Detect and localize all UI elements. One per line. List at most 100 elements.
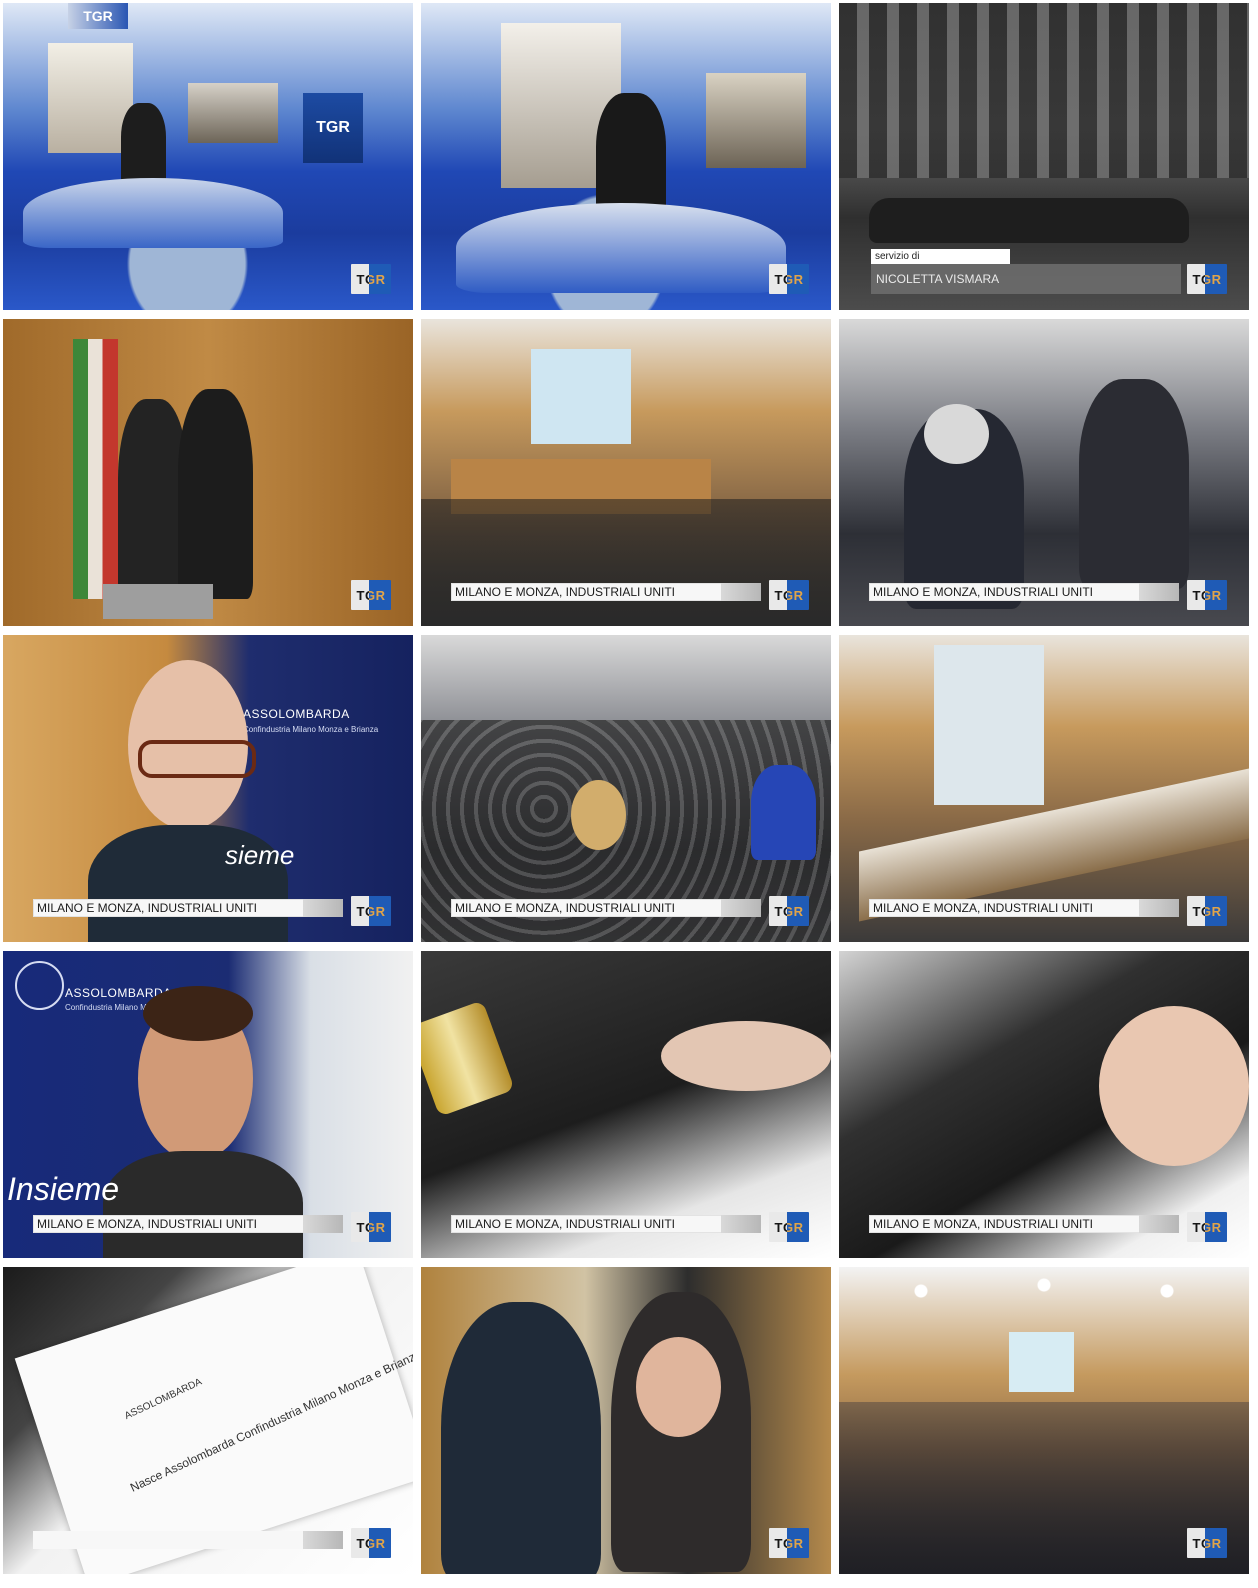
frame-6-audience: MILANO E MONZA, INDUSTRIALI UNITI TGR (839, 319, 1249, 626)
lower-third-extension (303, 1531, 343, 1549)
lower-third-headline: MILANO E MONZA, INDUSTRIALI UNITI (869, 583, 1143, 601)
tgr-logo-text: TGR (1192, 1535, 1222, 1551)
man-right (1079, 379, 1189, 589)
frame-14-panelists: TGR (421, 1267, 831, 1574)
italian-flag (73, 339, 118, 599)
frame-11-fabric-closeup: MILANO E MONZA, INDUSTRIALI UNITI TGR (421, 951, 831, 1258)
lower-third-extension (303, 1215, 343, 1233)
lower-third-extension (721, 1215, 761, 1233)
lower-third-headline: MILANO E MONZA, INDUSTRIALI UNITI (451, 899, 725, 917)
tgr-logo-text: TGR (356, 1219, 386, 1235)
tgr-logo: TGR (351, 580, 391, 610)
frame-3-street: servizio di NICOLETTA VISMARA TGR (839, 3, 1249, 310)
banner-insieme-partial: sieme (225, 840, 295, 870)
studio-side-screen (706, 73, 806, 168)
hand (1099, 1006, 1249, 1166)
lower-third-extension (721, 899, 761, 917)
frame-13-press-release: ASSOLOMBARDA Nasce Assolombarda Confindu… (3, 1267, 413, 1574)
contact-sheet-grid: TGR TGR TGR TGR servizio di NICOLETTA VI… (3, 3, 1249, 1574)
tgr-logo-text: TGR (356, 1535, 386, 1551)
tgr-logo-text: TGR (356, 587, 386, 603)
blank-lower-third (33, 1531, 308, 1549)
banner-insieme: Insieme (7, 1171, 120, 1207)
projection-screen (1009, 1332, 1074, 1392)
lower-third-extension (721, 583, 761, 601)
tgr-logo: TGR (1187, 1212, 1227, 1242)
man-panelist (441, 1302, 601, 1574)
lower-third-headline: MILANO E MONZA, INDUSTRIALI UNITI (869, 1215, 1143, 1233)
studio-top-logo-text: TGR (83, 8, 113, 24)
tgr-logo-text: TGR (1192, 587, 1222, 603)
person-right (178, 389, 253, 599)
studio-top-logo: TGR (68, 3, 128, 29)
glasses (138, 740, 256, 778)
tgr-logo-text: TGR (774, 903, 804, 919)
tgr-logo-text: TGR (774, 1535, 804, 1551)
banner-assolombarda-sub: Confindustria Milano Monza e Brianza (243, 725, 379, 734)
tgr-logo: TGR (769, 264, 809, 294)
tgr-logo: TGR (351, 264, 391, 294)
lower-third-extension (303, 899, 343, 917)
studio-screen-logo: TGR (303, 93, 363, 163)
fingers (661, 1021, 831, 1091)
anchor-figure (121, 103, 166, 188)
tgr-logo: TGR (1187, 264, 1227, 294)
tgr-logo: TGR (351, 896, 391, 926)
building-facade (839, 3, 1249, 178)
tgr-logo-text: TGR (1192, 903, 1222, 919)
lower-third-headline: MILANO E MONZA, INDUSTRIALI UNITI (451, 583, 725, 601)
grey-hair (924, 404, 989, 464)
studio-desk (456, 203, 786, 293)
tgr-logo: TGR (769, 580, 809, 610)
woman-face (636, 1337, 721, 1437)
laptop (103, 584, 213, 619)
tgr-logo-text: TGR (356, 271, 386, 287)
tgr-logo-text: TGR (356, 903, 386, 919)
lower-third-extension (1139, 1215, 1179, 1233)
lower-third-headline: MILANO E MONZA, INDUSTRIALI UNITI (33, 899, 307, 917)
tgr-logo: TGR (1187, 1528, 1227, 1558)
projection-screen (531, 349, 631, 444)
frame-8-audience-wide: MILANO E MONZA, INDUSTRIALI UNITI TGR (421, 635, 831, 942)
tgr-logo-text: TGR (774, 587, 804, 603)
frame-4-handshake: TGR (3, 319, 413, 626)
frame-2-studio: TGR (421, 3, 831, 310)
lower-third-headline: MILANO E MONZA, INDUSTRIALI UNITI (33, 1215, 307, 1233)
lower-third-extension (1139, 899, 1179, 917)
tgr-logo: TGR (351, 1528, 391, 1558)
tgr-logo-text: TGR (774, 271, 804, 287)
tgr-logo: TGR (769, 1212, 809, 1242)
lower-third-headline: MILANO E MONZA, INDUSTRIALI UNITI (451, 1215, 725, 1233)
tgr-logo: TGR (769, 1528, 809, 1558)
tgr-logo-text: TGR (774, 1219, 804, 1235)
blonde-woman (571, 780, 626, 850)
frame-10-interview-dark-hair: ASSOLOMBARDA Confindustria Milano Monza … (3, 951, 413, 1258)
tgr-logo: TGR (769, 896, 809, 926)
frame-9-panel-table: MILANO E MONZA, INDUSTRIALI UNITI TGR (839, 635, 1249, 942)
reporter-name: NICOLETTA VISMARA (871, 264, 1181, 294)
tgr-logo: TGR (351, 1212, 391, 1242)
ceiling-lights (839, 1267, 1249, 1327)
man-blue-sweater (751, 765, 816, 860)
lower-third-headline: MILANO E MONZA, INDUSTRIALI UNITI (869, 899, 1143, 917)
spool (421, 1000, 515, 1117)
frame-1-studio: TGR TGR TGR (3, 3, 413, 310)
frame-15-conference-room: TGR (839, 1267, 1249, 1574)
tgr-logo: TGR (1187, 896, 1227, 926)
confindustria-emblem (15, 961, 64, 1010)
tgr-logo-text: TGR (1192, 1219, 1222, 1235)
frame-5-conference-hall: MILANO E MONZA, INDUSTRIALI UNITI TGR (421, 319, 831, 626)
banner-assolombarda: ASSOLOMBARDA (243, 707, 350, 721)
tgr-logo: TGR (1187, 580, 1227, 610)
servizio-label: servizio di (871, 249, 1010, 264)
studio-screen-logo-text: TGR (316, 119, 350, 136)
car (869, 198, 1189, 243)
projection-screen (934, 645, 1044, 805)
frame-7-interview-bald: ASSOLOMBARDA Confindustria Milano Monza … (3, 635, 413, 942)
tgr-logo-text: TGR (1192, 271, 1222, 287)
lower-third-extension (1139, 583, 1179, 601)
frame-12-fabric-hand: MILANO E MONZA, INDUSTRIALI UNITI TGR (839, 951, 1249, 1258)
studio-desk (23, 178, 283, 248)
studio-side-screen (188, 83, 278, 143)
interviewee-hair (143, 986, 253, 1041)
